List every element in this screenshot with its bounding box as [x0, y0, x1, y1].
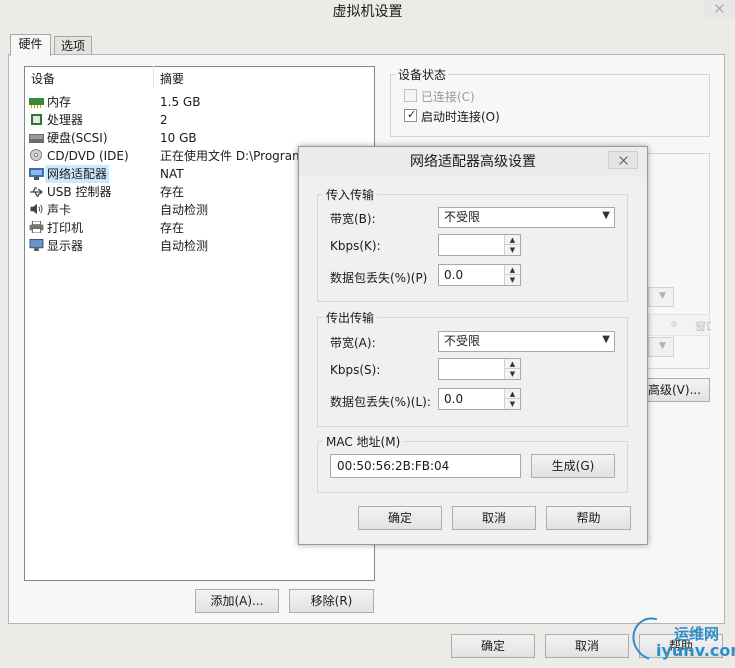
remove-device-button[interactable]: 移除(R) [289, 589, 374, 613]
outgoing-bandwidth-value: 不受限 [444, 334, 481, 348]
connect-at-poweron-label: 启动时连接(O) [421, 110, 500, 124]
incoming-bandwidth-label: 带宽(B): [330, 212, 376, 226]
device-name: 显示器 [47, 239, 84, 253]
chevron-down-icon: ▼ [602, 334, 610, 345]
memory-icon [29, 98, 44, 108]
outgoing-loss-value: 0.0 [444, 392, 464, 406]
processor-icon [31, 114, 42, 125]
watermark-url: iyunv.com [656, 641, 735, 660]
device-summary: 10 GB [160, 131, 197, 145]
ok-button[interactable]: 确定 [451, 634, 535, 658]
device-summary: 2 [160, 113, 168, 127]
usb-icon [30, 187, 44, 197]
printer-icon [29, 221, 44, 233]
advanced-settings-dialog: 网络适配器高级设置 传入传输 带宽(B): 不受限 ▼ Kbps(K): ▲ ▼ … [298, 146, 648, 545]
window-title: 虚拟机设置 [332, 4, 403, 20]
outgoing-kbps-label: Kbps(S): [330, 363, 381, 377]
cdrom-icon [30, 149, 43, 161]
outgoing-bandwidth-select[interactable]: 不受限 ▼ [438, 331, 615, 352]
advanced-button-label: 高级(V)... [648, 383, 702, 397]
soundcard-icon [30, 203, 43, 215]
column-header-summary: 摘要 [160, 72, 185, 86]
device-name: 处理器 [47, 113, 84, 127]
spin-up-icon[interactable]: ▲ [505, 265, 520, 275]
device-name: 内存 [47, 95, 72, 109]
device-name: USB 控制器 [47, 185, 112, 199]
generate-mac-button[interactable]: 生成(G) [531, 454, 615, 478]
mac-address-field[interactable]: 00:50:56:2B:FB:04 [330, 454, 521, 478]
incoming-title: 传入传输 [323, 186, 378, 203]
device-name: 打印机 [47, 221, 84, 235]
spin-down-icon[interactable]: ▼ [505, 369, 520, 379]
incoming-bandwidth-value: 不受限 [444, 210, 481, 224]
incoming-loss-value: 0.0 [444, 268, 464, 282]
tab-options[interactable]: 选项 [54, 36, 92, 56]
harddisk-icon [29, 134, 44, 143]
spin-down-icon[interactable]: ▼ [505, 275, 520, 285]
incoming-loss-spinner[interactable]: 0.0 ▲ ▼ [438, 264, 521, 286]
device-summary: 正在使用文件 D:\Program [160, 149, 304, 163]
incoming-kbps-label: Kbps(K): [330, 239, 381, 253]
checkmark-icon: ✓ [407, 108, 417, 121]
dropdown-partial[interactable]: ▼ [648, 337, 674, 357]
spin-up-icon[interactable]: ▲ [505, 235, 520, 245]
chevron-down-icon: ▼ [659, 341, 666, 351]
device-summary: 自动检测 [160, 203, 209, 217]
connect-at-poweron-checkbox[interactable]: ✓ [404, 108, 417, 122]
dialog-title: 网络适配器高级设置 [299, 147, 647, 177]
device-name: CD/DVD (IDE) [47, 149, 129, 163]
close-icon[interactable] [608, 151, 638, 169]
chevron-down-icon: ▼ [659, 291, 666, 301]
network-icon [29, 168, 44, 180]
connected-label: 已连接(C) [421, 90, 475, 104]
outgoing-loss-label: 数据包丢失(%)(L): [330, 395, 431, 409]
dialog-help-button[interactable]: 帮助 [546, 506, 631, 530]
device-summary: 1.5 GB [160, 95, 201, 109]
display-icon [29, 239, 44, 251]
tab-hardware[interactable]: 硬件 [10, 34, 51, 56]
device-summary: 存在 [160, 185, 185, 199]
device-status-title: 设备状态 [396, 66, 449, 83]
close-icon[interactable] [703, 0, 735, 18]
column-header-device: 设备 [31, 72, 56, 86]
column-divider [153, 66, 154, 88]
radio-icon [671, 321, 677, 327]
incoming-loss-label: 数据包丢失(%)(P) [330, 271, 428, 285]
connected-checkbox[interactable] [404, 89, 417, 102]
device-summary: NAT [160, 167, 184, 181]
chevron-down-icon: ▼ [602, 210, 610, 221]
device-name: 网络适配器 [47, 167, 108, 181]
device-summary: 自动检测 [160, 239, 209, 253]
outgoing-kbps-spinner[interactable]: ▲ ▼ [438, 358, 521, 380]
mac-title: MAC 地址(M) [323, 433, 404, 450]
title-bar: 虚拟机设置 [0, 0, 735, 28]
partial-text: 窗口副 [695, 320, 711, 333]
spin-up-icon[interactable]: ▲ [505, 389, 520, 399]
dialog-cancel-button[interactable]: 取消 [452, 506, 536, 530]
outgoing-loss-spinner[interactable]: 0.0 ▲ ▼ [438, 388, 521, 410]
spin-down-icon[interactable]: ▼ [505, 399, 520, 409]
incoming-bandwidth-select[interactable]: 不受限 ▼ [438, 207, 615, 228]
segment-partial[interactable]: 窗口副 [648, 314, 711, 336]
outgoing-title: 传出传输 [323, 309, 378, 326]
device-name: 声卡 [47, 203, 72, 217]
dialog-ok-button[interactable]: 确定 [358, 506, 442, 530]
outgoing-bandwidth-label: 带宽(A): [330, 336, 376, 350]
device-status-group [390, 74, 710, 137]
dropdown-partial[interactable]: ▼ [648, 287, 674, 307]
cancel-button[interactable]: 取消 [545, 634, 629, 658]
incoming-kbps-spinner[interactable]: ▲ ▼ [438, 234, 521, 256]
spin-up-icon[interactable]: ▲ [505, 359, 520, 369]
add-device-button[interactable]: 添加(A)... [195, 589, 279, 613]
device-name: 硬盘(SCSI) [47, 131, 108, 145]
device-summary: 存在 [160, 221, 185, 235]
spin-down-icon[interactable]: ▼ [505, 245, 520, 255]
